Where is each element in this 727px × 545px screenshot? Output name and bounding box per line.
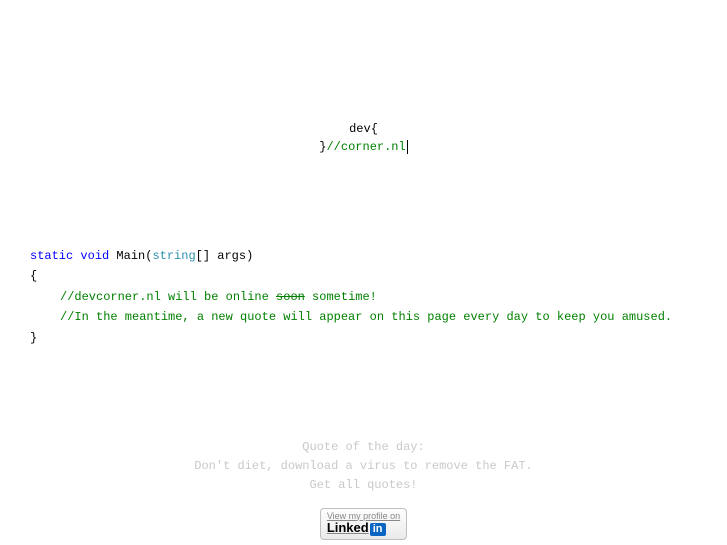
comment-line-2: //In the meantime, a new quote will appe… xyxy=(60,310,672,324)
strike-soon: soon xyxy=(276,290,305,304)
open-brace: { xyxy=(30,266,727,286)
linkedin-word: Linked xyxy=(327,520,369,535)
keyword-void: void xyxy=(80,249,109,263)
keyword-string: string xyxy=(152,249,195,263)
comment-line-1: //devcorner.nl will be online soon somet… xyxy=(60,290,377,304)
main-code-block: static void Main(string[] args) { //devc… xyxy=(0,246,727,348)
qod-heading: Quote of the day: xyxy=(0,438,727,457)
close-brace: } xyxy=(30,328,727,348)
method-args: [] args) xyxy=(196,249,254,263)
logo-line-2-comment: //corner.nl xyxy=(326,140,405,154)
linkedin-profile-badge[interactable]: View my profile on Linkedin xyxy=(320,508,407,541)
quote-of-day: Quote of the day: Don't diet, download a… xyxy=(0,438,727,496)
qod-quote: Don't diet, download a virus to remove t… xyxy=(0,457,727,476)
linkedin-in-icon: in xyxy=(370,523,386,536)
keyword-static: static xyxy=(30,249,73,263)
method-name: Main( xyxy=(109,249,152,263)
cursor-icon xyxy=(407,140,408,154)
site-logo: dev{ }//corner.nl xyxy=(0,0,727,156)
get-all-quotes-link[interactable]: Get all quotes! xyxy=(309,478,417,492)
method-signature: static void Main(string[] args) xyxy=(30,246,727,266)
logo-line-1: dev{ xyxy=(349,122,378,136)
